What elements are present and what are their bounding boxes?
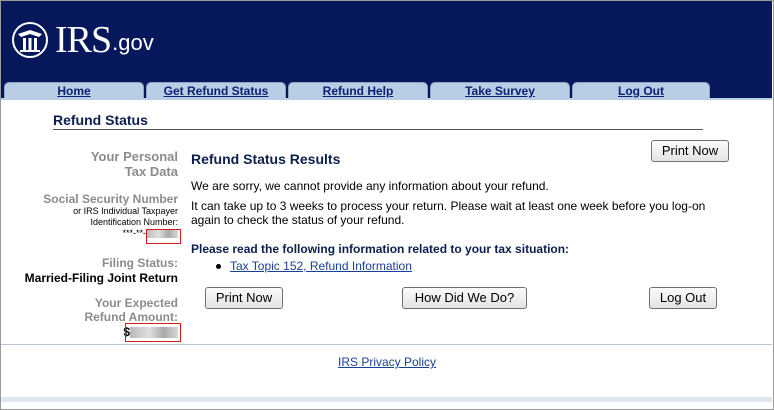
ssn-redaction-box (146, 229, 181, 244)
processing-message-line-1: It can take up to 3 weeks to process you… (191, 199, 706, 213)
logo-irs-text: IRS (55, 19, 112, 61)
ssn-label: Social Security Number (43, 192, 178, 206)
no-info-message: We are sorry, we cannot provide any info… (191, 179, 549, 193)
tab-take-survey[interactable]: Take Survey (430, 82, 570, 99)
privacy-policy-link[interactable]: IRS Privacy Policy (338, 355, 436, 369)
tab-log-out[interactable]: Log Out (572, 82, 710, 99)
footer: IRS Privacy Policy (0, 355, 774, 369)
heading-line-1: Your Personal (90, 149, 178, 164)
tab-strip (1, 98, 772, 100)
irs-eagle-icon (12, 22, 48, 58)
bullet-icon (216, 264, 221, 270)
tab-refund-help[interactable]: Refund Help (288, 82, 428, 99)
print-now-button-bottom[interactable]: Print Now (205, 287, 283, 309)
tax-situation-heading: Please read the following information re… (191, 242, 570, 256)
irs-logo[interactable]: IRS .gov (9, 21, 154, 59)
personal-data-heading: Your Personal Tax Data (10, 149, 178, 179)
print-now-button-top[interactable]: Print Now (651, 140, 729, 162)
nav-tabs: Home Get Refund Status Refund Help Take … (1, 82, 772, 99)
filing-status-label: Filing Status: (102, 256, 178, 270)
filing-status-block: Filing Status: Married-Filing Joint Retu… (10, 256, 178, 285)
processing-message-line-2: again to check the status of your refund… (191, 213, 405, 227)
footer-strip (1, 397, 772, 402)
list-item: Tax Topic 152, Refund Information (216, 259, 412, 273)
results-title: Refund Status Results (191, 151, 341, 167)
footer-divider (1, 344, 772, 345)
itin-label-line-2: Identification Number: (90, 217, 178, 227)
logo-gov-text: .gov (112, 30, 154, 55)
filing-status-value: Married-Filing Joint Return (24, 271, 178, 285)
heading-line-2: Tax Data (124, 164, 178, 179)
ssn-prefix: ***-**- (122, 228, 146, 238)
tab-home[interactable]: Home (4, 82, 144, 99)
refund-label-line-2: Refund Amount: (84, 310, 178, 324)
how-did-we-do-button[interactable]: How Did We Do? (402, 287, 527, 309)
page-title: Refund Status (53, 112, 148, 128)
title-divider (53, 129, 703, 130)
refund-label-line-1: Your Expected (94, 296, 178, 310)
itin-label-line-1: or IRS Individual Taxpayer (73, 206, 178, 216)
refund-redaction-box (125, 323, 181, 342)
tax-topic-152-link[interactable]: Tax Topic 152, Refund Information (230, 259, 412, 273)
tab-get-refund-status[interactable]: Get Refund Status (146, 82, 286, 99)
log-out-button[interactable]: Log Out (649, 287, 717, 309)
